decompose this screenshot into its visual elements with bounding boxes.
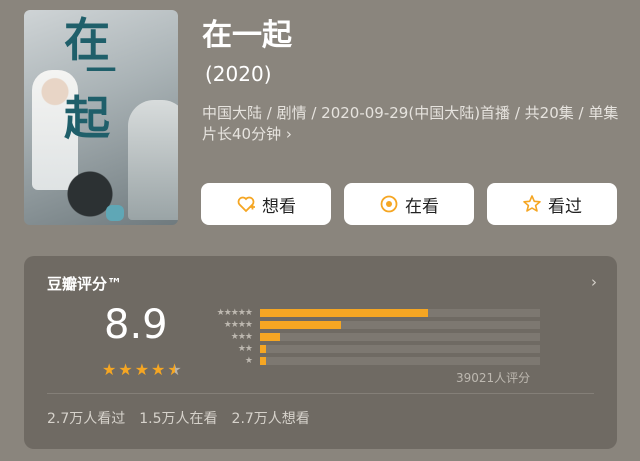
star-half-icon: ★	[167, 360, 182, 379]
distribution-bar	[260, 321, 540, 329]
distribution-row: ★★	[196, 343, 540, 355]
distribution-row: ★★★	[196, 331, 540, 343]
distribution-stars: ★★★★	[223, 320, 253, 330]
poster-figure-patient	[54, 170, 144, 225]
star-full-icon: ★	[102, 360, 117, 379]
distribution-bar	[260, 345, 540, 353]
distribution-bar	[260, 357, 540, 365]
want-to-watch-button[interactable]: 想看	[201, 183, 331, 225]
poster-image[interactable]: 在 一 起	[24, 10, 178, 225]
stat-watched[interactable]: 2.7万人看过	[47, 408, 125, 428]
star-full-icon: ★	[118, 360, 133, 379]
poster-title: 在 一 起	[64, 13, 118, 145]
distribution-stars: ★★★★★	[216, 308, 253, 318]
rating-panel: 豆瓣评分™ › 8.9 ★ ★ ★ ★ ★ ★★★★★ ★★★★ ★★★ ★★ …	[24, 256, 617, 449]
distribution-row: ★	[196, 355, 540, 367]
distribution-row: ★★★★	[196, 319, 540, 331]
movie-title: 在一起	[202, 18, 292, 53]
distribution-row: ★★★★★	[196, 307, 540, 319]
star-full-icon: ★	[134, 360, 150, 379]
distribution-bar	[260, 333, 540, 341]
star-icon	[522, 194, 542, 214]
divider	[47, 393, 594, 394]
rating-score: 8.9	[104, 302, 168, 348]
rating-title: 豆瓣评分™	[47, 275, 123, 293]
watched-button[interactable]: 看过	[487, 183, 617, 225]
want-label: 想看	[262, 196, 296, 217]
watching-label: 在看	[405, 196, 439, 217]
stat-watching[interactable]: 1.5万人在看	[139, 408, 217, 428]
target-icon	[379, 194, 399, 214]
stat-want[interactable]: 2.7万人想看	[232, 408, 310, 428]
star-full-icon: ★	[151, 360, 166, 379]
watched-label: 看过	[548, 196, 582, 217]
distribution-stars: ★	[244, 356, 253, 366]
rating-count[interactable]: 39021人评分	[456, 369, 530, 386]
distribution-stars: ★★★	[230, 332, 253, 342]
heart-plus-icon	[236, 194, 256, 214]
poster-mask	[106, 205, 124, 221]
audience-stats: 2.7万人看过 1.5万人在看 2.7万人想看	[47, 408, 310, 428]
movie-year: (2020)	[205, 62, 272, 86]
distribution-stars: ★★	[237, 344, 253, 354]
watching-button[interactable]: 在看	[344, 183, 474, 225]
distribution-bar	[260, 309, 540, 317]
movie-meta[interactable]: 中国大陆 / 剧情 / 2020-09-29(中国大陆)首播 / 共20集 / …	[202, 103, 622, 145]
rating-stars: ★ ★ ★ ★ ★	[102, 362, 182, 378]
chevron-right-icon[interactable]: ›	[591, 273, 597, 291]
